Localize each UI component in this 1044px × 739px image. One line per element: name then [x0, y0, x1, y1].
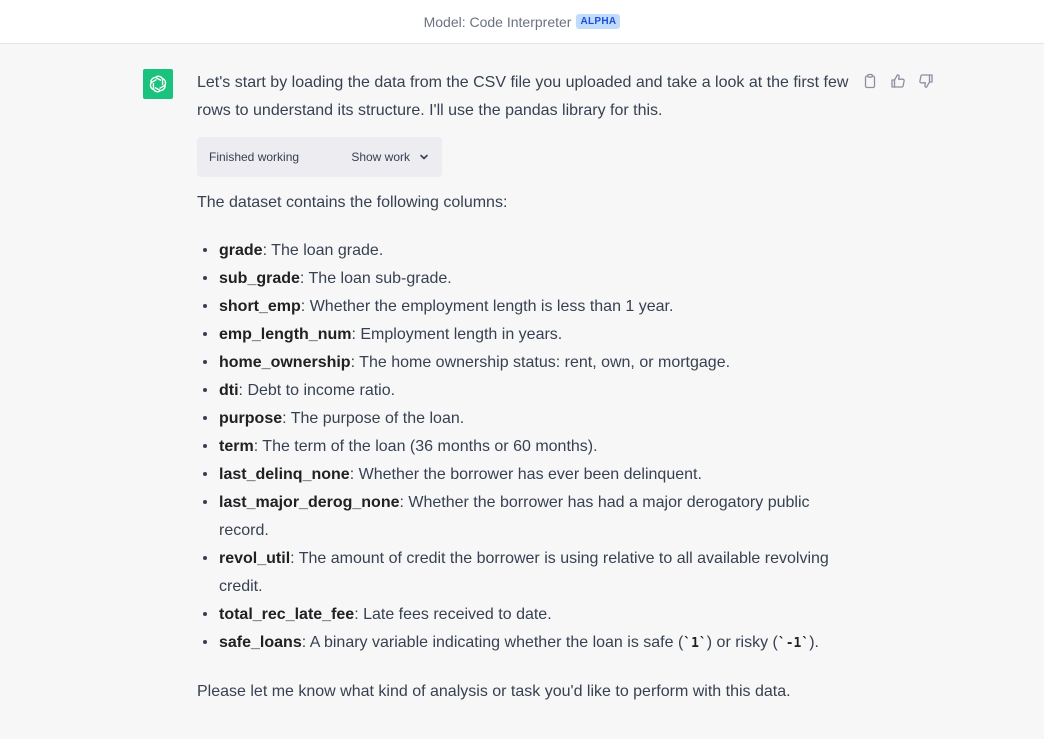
column-name: total_rec_late_fee — [219, 606, 355, 623]
list-item: emp_length_num: Employment length in yea… — [197, 321, 857, 349]
assistant-message: Let's start by loading the data from the… — [197, 69, 857, 706]
inline-code-safe: `1` — [683, 636, 707, 651]
copy-icon — [864, 73, 876, 89]
list-item: term: The term of the loan (36 months or… — [197, 433, 857, 461]
column-name: term — [219, 438, 254, 455]
thumbs-down-button[interactable] — [917, 72, 935, 90]
message-paragraph: Let's start by loading the data from the… — [197, 74, 849, 119]
column-name: dti — [219, 382, 239, 399]
column-desc-mid: ) or risky ( — [706, 634, 778, 651]
list-item: dti: Debt to income ratio. — [197, 377, 857, 405]
list-item: grade: The loan grade. — [197, 237, 857, 265]
column-name: last_delinq_none — [219, 466, 350, 483]
thumbs-down-icon — [919, 74, 933, 88]
list-item: last_major_derog_none: Whether the borro… — [197, 489, 857, 545]
openai-logo-icon — [149, 75, 167, 93]
list-item: total_rec_late_fee: Late fees received t… — [197, 601, 857, 629]
column-name: grade — [219, 242, 263, 259]
thumbs-up-icon — [891, 74, 905, 88]
list-item: purpose: The purpose of the loan. — [197, 405, 857, 433]
work-panel: Finished working Show work — [197, 137, 442, 177]
columns-list: grade: The loan grade. sub_grade: The lo… — [197, 237, 857, 658]
column-name: home_ownership — [219, 354, 351, 371]
list-item: short_emp: Whether the employment length… — [197, 293, 857, 321]
column-name: last_major_derog_none — [219, 494, 400, 511]
column-desc: : The loan sub-grade. — [299, 270, 452, 287]
assistant-avatar — [143, 69, 173, 99]
closing-paragraph: Please let me know what kind of analysis… — [197, 683, 791, 700]
column-name: emp_length_num — [219, 326, 352, 343]
list-item: last_delinq_none: Whether the borrower h… — [197, 461, 857, 489]
message-actions — [861, 72, 935, 90]
column-desc: : Late fees received to date. — [354, 606, 552, 623]
column-name: short_emp — [219, 298, 301, 315]
column-desc-pre: : A binary variable indicating whether t… — [301, 634, 684, 651]
columns-intro: The dataset contains the following colum… — [197, 194, 508, 211]
column-desc: : Whether the employment length is less … — [300, 298, 674, 315]
list-item: home_ownership: The home ownership statu… — [197, 349, 857, 377]
column-desc: : The amount of credit the borrower is u… — [219, 550, 829, 595]
column-desc: : The term of the loan (36 months or 60 … — [253, 438, 598, 455]
chevron-down-icon — [420, 154, 428, 160]
inline-code-risky: `-1` — [777, 636, 810, 651]
show-work-button[interactable]: Show work — [351, 143, 430, 171]
model-label: Model: Code Interpreter — [423, 13, 572, 30]
column-desc: : The home ownership status: rent, own, … — [350, 354, 731, 371]
list-item: revol_util: The amount of credit the bor… — [197, 545, 857, 601]
column-name: safe_loans — [219, 634, 302, 651]
show-work-label: Show work — [351, 150, 410, 164]
copy-button[interactable] — [861, 72, 879, 90]
list-item: safe_loans: A binary variable indicating… — [197, 629, 857, 658]
thumbs-up-button[interactable] — [889, 72, 907, 90]
column-name: revol_util — [219, 550, 291, 567]
column-desc: : Debt to income ratio. — [238, 382, 396, 399]
column-desc: : Whether the borrower has ever been del… — [349, 466, 702, 483]
work-status: Finished working — [209, 150, 300, 164]
column-desc: : The loan grade. — [262, 242, 384, 259]
column-name: purpose — [219, 410, 283, 427]
list-item: sub_grade: The loan sub-grade. — [197, 265, 857, 293]
column-desc: : The purpose of the loan. — [282, 410, 465, 427]
top-bar: Model: Code Interpreter ALPHA — [0, 0, 1044, 44]
column-name: sub_grade — [219, 270, 300, 287]
column-desc: : Employment length in years. — [351, 326, 563, 343]
alpha-badge: ALPHA — [576, 14, 621, 29]
column-desc-post: ). — [809, 634, 819, 651]
